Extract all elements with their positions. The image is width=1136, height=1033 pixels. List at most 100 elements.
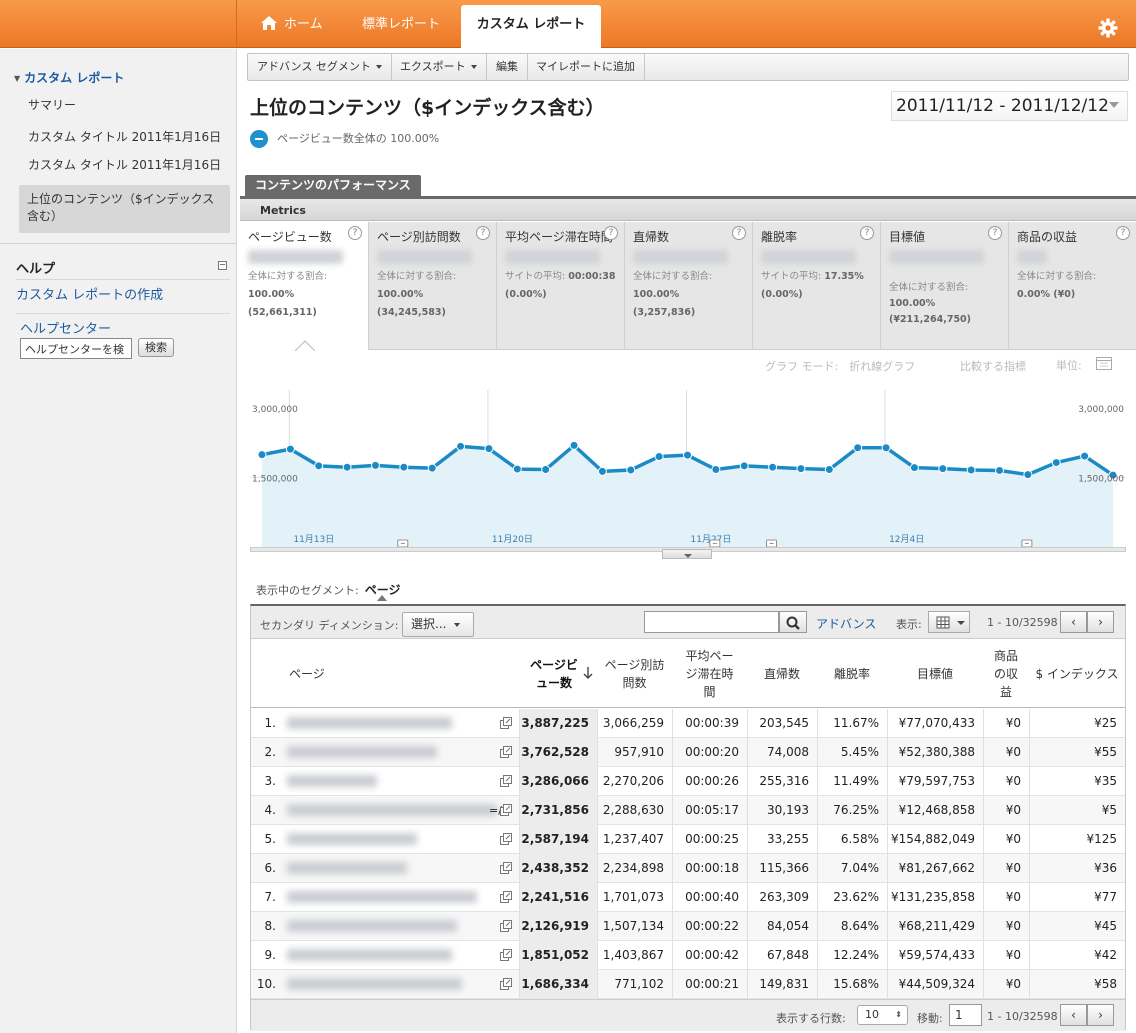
column-header-pageviews[interactable]: ページビュー数 [519, 640, 597, 708]
chart-data-point[interactable] [909, 463, 919, 473]
advanced-segment-button[interactable]: アドバンス セグメント [248, 54, 392, 80]
open-page-icon[interactable] [500, 920, 513, 932]
sidebar-item-custom-title-1[interactable]: カスタム タイトル 2011年1月16日 [28, 128, 221, 145]
open-page-icon[interactable] [500, 804, 513, 816]
chart-data-point[interactable] [541, 465, 551, 475]
next-page-button[interactable]: › [1087, 611, 1114, 633]
edit-button[interactable]: 編集 [487, 54, 528, 80]
column-header-bounces[interactable]: 直帰数 [747, 640, 817, 708]
redacted-page-path[interactable] [287, 949, 452, 961]
chart-data-point[interactable] [257, 450, 267, 460]
sidebar-item-custom-title-2[interactable]: カスタム タイトル 2011年1月16日 [28, 156, 221, 173]
table-row[interactable]: 9. 1,851,052 1,403,867 00:00:42 67,848 12.24%… [251, 941, 1125, 970]
tab-standard-reports[interactable]: 標準レポート [348, 5, 454, 48]
table-search-button[interactable] [779, 611, 807, 633]
chart-data-point[interactable] [456, 441, 466, 451]
pageviews-line-chart[interactable]: 3,000,000 3,000,000 1,500,000 1,500,000 11月1… [240, 380, 1136, 550]
redacted-page-path[interactable] [287, 920, 457, 932]
help-icon[interactable]: ? [860, 226, 874, 240]
open-page-icon[interactable] [500, 775, 513, 787]
table-row[interactable]: 10. 1,686,334 771,102 00:00:21 149,831 15.68%… [251, 970, 1125, 999]
help-icon[interactable]: ? [604, 226, 618, 240]
chart-data-point[interactable] [938, 464, 948, 474]
rows-per-page-select[interactable]: 10 ⬍ [857, 1005, 908, 1025]
table-row[interactable]: 1. 3,887,225 3,066,259 00:00:39 203,545 11.67… [251, 709, 1125, 738]
chart-data-point[interactable] [966, 465, 976, 475]
redacted-page-path[interactable] [287, 717, 452, 729]
export-button[interactable]: エクスポート [391, 54, 487, 80]
sidebar-item-summary[interactable]: サマリー [28, 96, 76, 113]
scorecard-exit-rate[interactable]: 離脱率 ? サイトの平均: 17.35% (0.00%) [753, 222, 881, 350]
chart-data-point[interactable] [654, 452, 664, 462]
column-header-product-revenue[interactable]: 商品の収益 [983, 640, 1029, 708]
table-row[interactable]: 7. 2,241,516 1,701,073 00:00:40 263,309 23.62… [251, 883, 1125, 912]
open-page-icon[interactable] [500, 717, 513, 729]
chart-data-point[interactable] [881, 443, 891, 453]
redacted-page-path[interactable] [287, 746, 437, 758]
chart-data-point[interactable] [512, 464, 522, 474]
redacted-page-path[interactable] [287, 804, 497, 816]
chart-data-point[interactable] [1051, 458, 1061, 468]
scorecard-unique-pageviews[interactable]: ページ別訪問数 ? 全体に対する割合: 100.00% (34,245,583) [369, 222, 497, 350]
open-page-icon[interactable] [500, 949, 513, 961]
chart-data-point[interactable] [853, 443, 863, 453]
help-icon[interactable]: ? [732, 226, 746, 240]
table-view-selector[interactable] [928, 611, 970, 633]
chart-data-point[interactable] [370, 460, 380, 470]
chart-data-point[interactable] [597, 466, 607, 476]
tab-content-performance[interactable]: コンテンツのパフォーマンス [245, 175, 421, 196]
chart-data-point[interactable] [711, 465, 721, 475]
prev-page-button[interactable]: ‹ [1060, 611, 1087, 633]
calendar-icon[interactable] [1096, 357, 1112, 370]
date-dropdown-icon[interactable] [1109, 102, 1119, 108]
collapse-icon[interactable]: − [218, 261, 227, 270]
table-row[interactable]: 3. 3,286,066 2,270,206 00:00:26 255,316 11.49… [251, 767, 1125, 796]
column-header-dollar-index[interactable]: $ インデックス [1029, 640, 1125, 708]
column-header-page[interactable]: ページ [279, 640, 519, 708]
chart-data-point[interactable] [683, 450, 692, 460]
chart-data-point[interactable] [569, 440, 579, 450]
table-row[interactable]: 5. 2,587,194 1,237,407 00:00:25 33,255 6.58% ¥… [251, 825, 1125, 854]
sidebar-section-custom-reports[interactable]: ▼ カスタム レポート [14, 69, 124, 86]
help-icon[interactable]: ? [988, 226, 1002, 240]
open-page-icon[interactable] [500, 862, 513, 874]
redacted-page-path[interactable] [287, 775, 377, 787]
compare-metric-selector[interactable]: 比較する指標 [960, 358, 1026, 374]
open-page-icon[interactable] [500, 746, 513, 758]
redacted-page-path[interactable] [287, 978, 462, 990]
redacted-page-path[interactable] [287, 891, 477, 903]
column-header-unique-pageviews[interactable]: ページ別訪問数 [597, 640, 672, 708]
scorecard-avg-time[interactable]: 平均ページ滞在時間 ? サイトの平均: 00:00:38 (0.00%) [497, 222, 625, 350]
scorecard-product-revenue[interactable]: 商品の収益 ? 全体に対する割合: 0.00% (¥0) [1009, 222, 1136, 350]
column-header-exit-rate[interactable]: 離脱率 [817, 640, 887, 708]
help-center-link[interactable]: ヘルプセンター [20, 318, 111, 337]
chart-data-point[interactable] [796, 464, 806, 474]
open-page-icon[interactable] [500, 978, 513, 990]
help-search-input[interactable]: ヘルプセンターを検 [20, 338, 132, 359]
table-row[interactable]: 6. 2,438,352 2,234,898 00:00:18 115,366 7.04%… [251, 854, 1125, 883]
tab-home[interactable]: ホーム [246, 5, 337, 48]
open-page-icon[interactable] [500, 833, 513, 845]
help-icon[interactable]: ? [1116, 226, 1130, 240]
scorecard-bounces[interactable]: 直帰数 ? 全体に対する割合: 100.00% (3,257,836) [625, 222, 753, 350]
table-row[interactable]: 2. 3,762,528 957,910 00:00:20 74,008 5.45% ¥52… [251, 738, 1125, 767]
open-page-icon[interactable] [500, 891, 513, 903]
footer-next-page-button[interactable]: › [1087, 1004, 1114, 1026]
chart-data-point[interactable] [399, 462, 409, 472]
help-icon[interactable]: ? [476, 226, 490, 240]
footer-prev-page-button[interactable]: ‹ [1060, 1004, 1087, 1026]
chart-data-point[interactable] [626, 465, 636, 475]
gear-icon[interactable] [1098, 18, 1118, 38]
scorecard-pageviews[interactable]: ページビュー数 ? 全体に対する割合: 100.00% (52,661,311) [240, 222, 369, 350]
create-custom-report-link[interactable]: カスタム レポートの作成 [16, 284, 163, 303]
chart-data-point[interactable] [427, 463, 437, 473]
chart-data-point[interactable] [1023, 470, 1033, 480]
table-row[interactable]: 8. 2,126,919 1,507,134 00:00:22 84,054 8.64% ¥… [251, 912, 1125, 941]
redacted-page-path[interactable] [287, 833, 417, 845]
chart-scroll-handle[interactable] [662, 549, 712, 559]
table-search-input[interactable] [644, 611, 779, 633]
advanced-filter-link[interactable]: アドバンス [816, 615, 876, 632]
secondary-dimension-select[interactable]: 選択... [402, 612, 474, 637]
chart-data-point[interactable] [824, 465, 834, 475]
table-row[interactable]: 4. =/2,731,856 2,288,630 00:05:17 30,193 76.2… [251, 796, 1125, 825]
